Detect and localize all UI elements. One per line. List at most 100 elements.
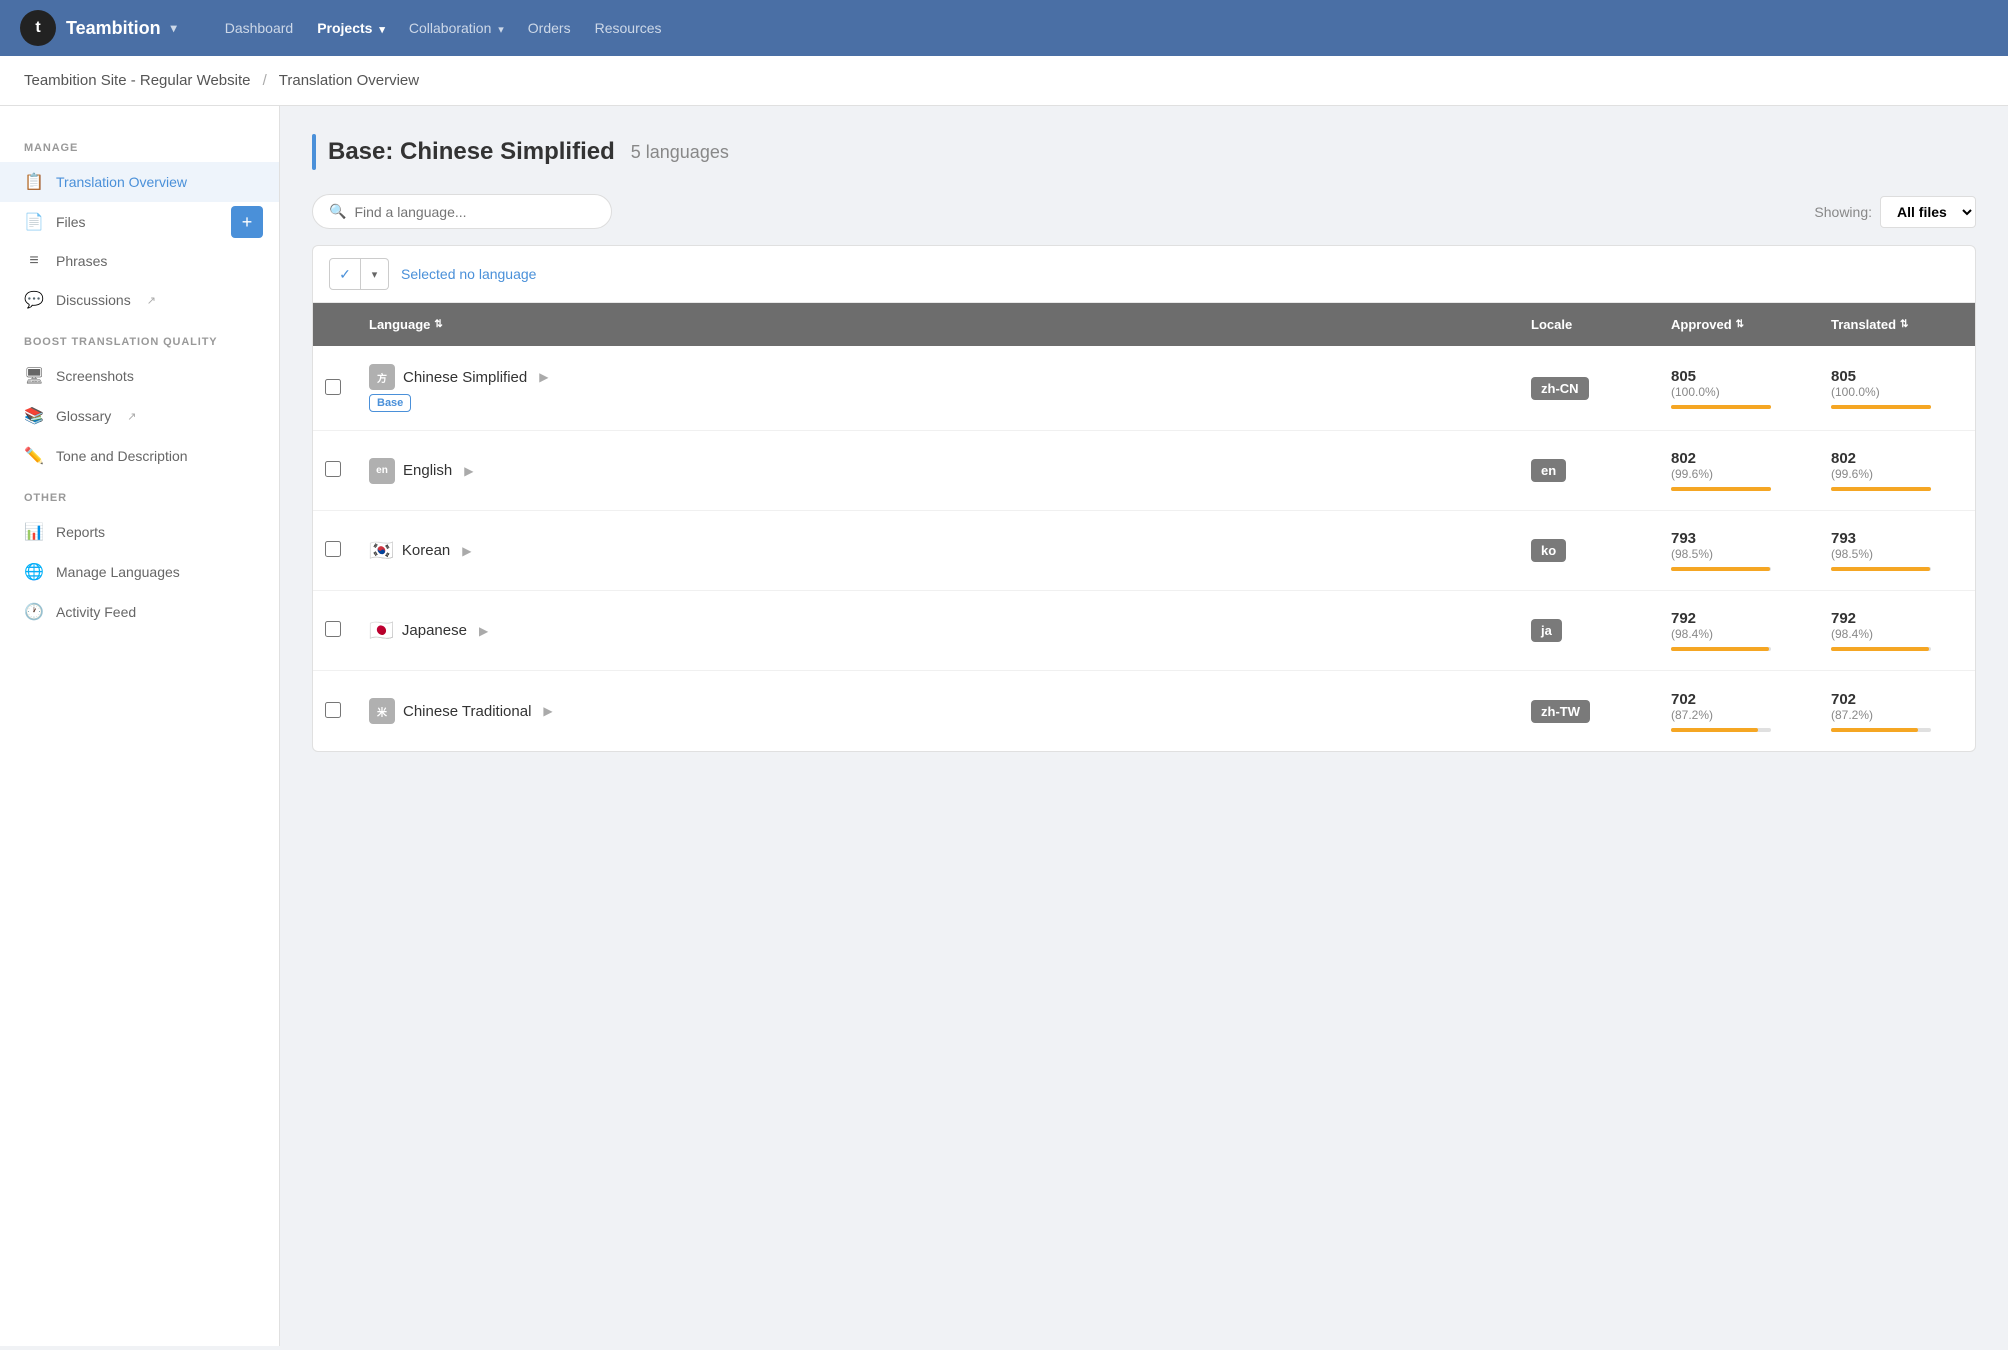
row-locale-cell: zh-TW xyxy=(1515,696,1655,727)
row-checkbox[interactable] xyxy=(325,461,341,477)
projects-arrow-icon: ▾ xyxy=(379,24,385,36)
screenshots-icon: 🖥 xyxy=(24,366,44,386)
checkbox-area: ✓ ▾ xyxy=(329,258,389,290)
approved-pct: (87.2%) xyxy=(1671,708,1799,722)
row-checkbox[interactable] xyxy=(325,621,341,637)
approved-progress-bg xyxy=(1671,647,1771,651)
locale-badge: zh-TW xyxy=(1531,700,1590,723)
translated-sort-icon: ⇅ xyxy=(1900,319,1908,330)
sidebar-item-manage-languages[interactable]: 🌐 Manage Languages xyxy=(0,552,279,592)
nav-orders[interactable]: Orders xyxy=(528,20,571,36)
table-header: Language ⇅ Locale Approved ⇅ Translated … xyxy=(313,303,1975,346)
sidebar-item-translation-overview[interactable]: 📋 Translation Overview xyxy=(0,162,279,202)
row-approved-cell: 793 (98.5%) xyxy=(1655,526,1815,575)
sidebar-item-activity-feed[interactable]: 🕐 Activity Feed xyxy=(0,592,279,632)
glossary-icon: 📚 xyxy=(24,406,44,426)
sidebar-item-files[interactable]: 📄 Files + xyxy=(0,202,279,242)
breadcrumb-site[interactable]: Teambition Site - Regular Website xyxy=(24,72,251,89)
col-header-approved[interactable]: Approved ⇅ xyxy=(1655,313,1815,336)
brand-logo: t xyxy=(20,10,56,46)
col-header-language[interactable]: Language ⇅ xyxy=(353,313,1515,336)
approved-value: 793 xyxy=(1671,530,1799,547)
col-header-locale: Locale xyxy=(1515,313,1655,336)
language-name[interactable]: en English ▶ xyxy=(369,458,1499,484)
language-name[interactable]: 米 Chinese Traditional ▶ xyxy=(369,698,1499,724)
row-language-cell: 方 Chinese Simplified ▶ Base xyxy=(353,360,1515,416)
row-translated-cell: 793 (98.5%) xyxy=(1815,526,1975,575)
sidebar-section-other: OTHER xyxy=(0,476,279,512)
row-translated-cell: 702 (87.2%) xyxy=(1815,687,1975,736)
row-locale-cell: en xyxy=(1515,455,1655,486)
language-name[interactable]: 🇰🇷 Korean ▶ xyxy=(369,538,1499,563)
showing-dropdown[interactable]: All files xyxy=(1880,196,1976,228)
translated-progress-fill xyxy=(1831,487,1931,491)
row-approved-cell: 802 (99.6%) xyxy=(1655,446,1815,495)
translated-value: 793 xyxy=(1831,530,1959,547)
row-locale-cell: zh-CN xyxy=(1515,373,1655,404)
sidebar-item-discussions[interactable]: 💬 Discussions ↗ xyxy=(0,280,279,320)
add-files-button[interactable]: + xyxy=(231,206,263,238)
main-content: Base: Chinese Simplified 5 languages 🔍 S… xyxy=(280,106,2008,1346)
select-all-checkbox[interactable]: ✓ xyxy=(329,258,361,290)
language-expand-icon: ▶ xyxy=(539,370,548,384)
locale-badge: en xyxy=(1531,459,1566,482)
row-checkbox-cell xyxy=(313,461,353,480)
row-language-cell: en English ▶ xyxy=(353,454,1515,488)
page-title: Base: Chinese Simplified xyxy=(328,138,615,166)
approved-progress-bg xyxy=(1671,487,1771,491)
approved-value: 805 xyxy=(1671,368,1799,385)
translated-value: 802 xyxy=(1831,450,1959,467)
translated-progress-fill xyxy=(1831,405,1931,409)
language-sort-icon: ⇅ xyxy=(434,319,442,330)
sidebar-item-label: Phrases xyxy=(56,253,107,269)
sidebar-item-label: Tone and Description xyxy=(56,448,188,464)
language-name[interactable]: 方 Chinese Simplified ▶ xyxy=(369,364,1499,390)
breadcrumb: Teambition Site - Regular Website / Tran… xyxy=(0,56,2008,106)
col-header-translated[interactable]: Translated ⇅ xyxy=(1815,313,1975,336)
row-checkbox-cell xyxy=(313,541,353,560)
language-expand-icon: ▶ xyxy=(543,704,552,718)
sidebar: MANAGE 📋 Translation Overview 📄 Files + … xyxy=(0,106,280,1346)
nav-resources[interactable]: Resources xyxy=(595,20,662,36)
row-checkbox[interactable] xyxy=(325,702,341,718)
sidebar-item-tone[interactable]: ✏️ Tone and Description xyxy=(0,436,279,476)
approved-sort-icon: ⇅ xyxy=(1736,319,1744,330)
translated-pct: (87.2%) xyxy=(1831,708,1959,722)
sidebar-item-phrases[interactable]: ≡ Phrases xyxy=(0,242,279,280)
approved-progress-bg xyxy=(1671,728,1771,732)
translation-overview-icon: 📋 xyxy=(24,172,44,192)
showing-control: Showing: All files xyxy=(1814,196,1976,228)
row-language-cell: 🇯🇵 Japanese ▶ xyxy=(353,614,1515,647)
approved-progress-fill xyxy=(1671,405,1771,409)
nav-dashboard[interactable]: Dashboard xyxy=(225,20,294,36)
nav-projects[interactable]: Projects ▾ xyxy=(317,20,385,36)
sidebar-item-screenshots[interactable]: 🖥 Screenshots xyxy=(0,356,279,396)
language-expand-icon: ▶ xyxy=(462,544,471,558)
phrases-icon: ≡ xyxy=(24,252,44,270)
search-input[interactable] xyxy=(354,204,595,220)
row-checkbox-cell xyxy=(313,702,353,721)
sidebar-item-glossary[interactable]: 📚 Glossary ↗ xyxy=(0,396,279,436)
row-approved-cell: 805 (100.0%) xyxy=(1655,364,1815,413)
translated-progress-fill xyxy=(1831,647,1929,651)
language-name[interactable]: 🇯🇵 Japanese ▶ xyxy=(369,618,1499,643)
table-row: 🇯🇵 Japanese ▶ ja 792 (98.4%) 792 xyxy=(313,591,1975,671)
manage-languages-icon: 🌐 xyxy=(24,562,44,582)
sidebar-item-reports[interactable]: 📊 Reports xyxy=(0,512,279,552)
table-row: 🇰🇷 Korean ▶ ko 793 (98.5%) 793 xyxy=(313,511,1975,591)
approved-value: 702 xyxy=(1671,691,1799,708)
select-dropdown-button[interactable]: ▾ xyxy=(361,258,389,290)
brand-name: Teambition xyxy=(66,18,161,39)
row-translated-cell: 792 (98.4%) xyxy=(1815,606,1975,655)
row-checkbox[interactable] xyxy=(325,379,341,395)
page-header: Base: Chinese Simplified 5 languages xyxy=(312,134,1976,170)
discussions-icon: 💬 xyxy=(24,290,44,310)
row-checkbox-cell xyxy=(313,621,353,640)
brand: t Teambition ▾ xyxy=(20,10,177,46)
brand-dropdown-icon[interactable]: ▾ xyxy=(171,21,177,35)
approved-progress-bg xyxy=(1671,405,1771,409)
nav-collaboration[interactable]: Collaboration ▾ xyxy=(409,20,504,36)
translated-progress-bg xyxy=(1831,728,1931,732)
row-checkbox[interactable] xyxy=(325,541,341,557)
approved-progress-fill xyxy=(1671,567,1770,571)
